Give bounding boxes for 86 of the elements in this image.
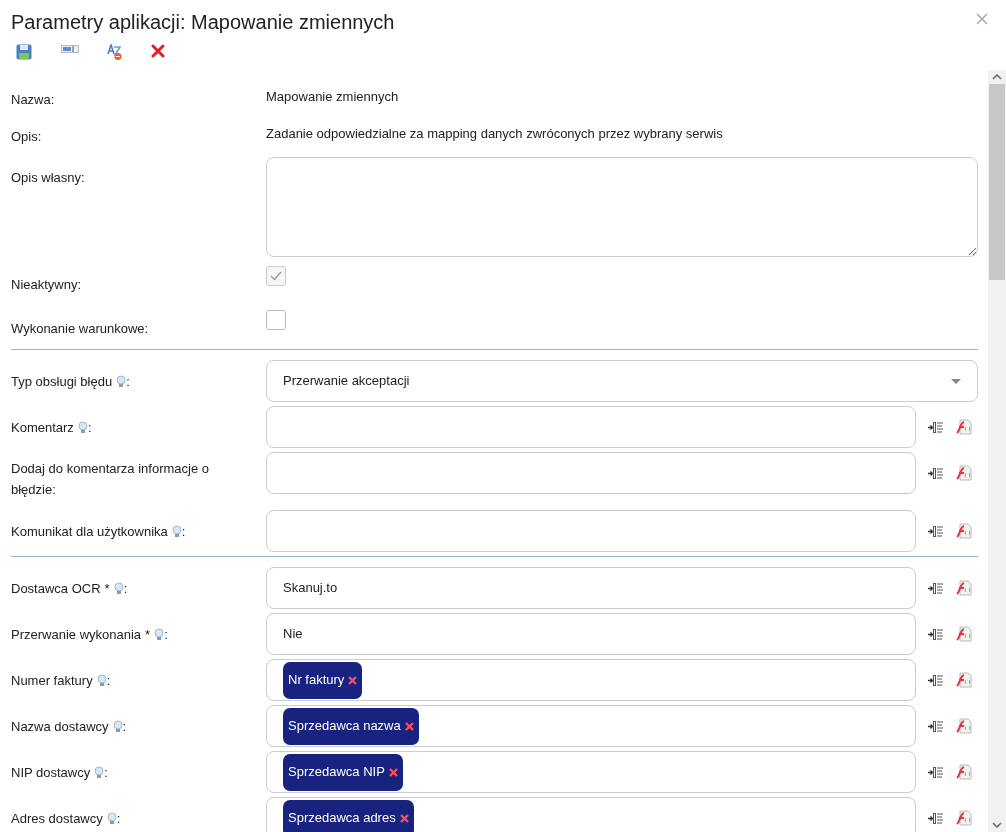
insert-variable-icon[interactable]: [928, 673, 944, 687]
tag-label: Sprzedawca nazwa: [288, 717, 401, 736]
input-field[interactable]: [266, 452, 916, 494]
scroll-down-icon[interactable]: [992, 822, 1002, 828]
label-colon: :: [122, 717, 127, 736]
input-field[interactable]: Sprzedawca nazwa: [266, 705, 916, 747]
label-colon: :: [106, 671, 111, 690]
label-colon: :: [87, 418, 92, 437]
insert-variable-icon[interactable]: [928, 524, 944, 538]
hint-icon[interactable]: [96, 673, 107, 687]
function-icon[interactable]: [956, 764, 972, 780]
label-colon: :: [116, 809, 121, 828]
input-field[interactable]: Sprzedawca adres: [266, 797, 916, 832]
insert-variable-icon[interactable]: [928, 420, 944, 434]
field-label: Nazwa dostawcy: [11, 717, 109, 736]
input-field[interactable]: Nie: [266, 613, 916, 655]
insert-variable-icon[interactable]: [928, 811, 944, 825]
field-label: Komentarz: [11, 418, 74, 437]
field-label: Komunikat dla użytkownika: [11, 522, 168, 541]
field-label: Opis własny:: [11, 169, 85, 187]
remove-icon[interactable]: [399, 813, 409, 823]
input-field[interactable]: [266, 406, 916, 448]
input-field[interactable]: Sprzedawca NIP: [266, 751, 916, 793]
label-colon: :: [181, 522, 186, 541]
hint-icon[interactable]: [77, 420, 88, 434]
close-icon[interactable]: [976, 12, 988, 25]
input-field[interactable]: Skanuj.to: [266, 567, 916, 609]
checkbox[interactable]: [266, 310, 286, 330]
required-mark: *: [104, 579, 110, 598]
function-icon[interactable]: [956, 523, 972, 539]
field-label: Dodaj do komentarza informacje o błędzie:: [11, 460, 210, 499]
function-icon[interactable]: [956, 580, 972, 596]
caret-icon: [951, 378, 961, 384]
dialog-title: Parametry aplikacji: Mapowanie zmiennych: [11, 10, 395, 34]
tag-label: Sprzedawca adres: [288, 809, 396, 828]
field-label: Typ obsługi błędu: [11, 372, 113, 391]
insert-variable-icon[interactable]: [928, 627, 944, 641]
field-value: Zadanie odpowiedzialne za mapping danych zwróconych przez wybrany serwis: [266, 125, 724, 143]
function-icon[interactable]: [956, 419, 972, 435]
label-colon: :: [164, 625, 168, 644]
field-value: Mapowanie zmiennych: [266, 88, 400, 106]
insert-variable-icon[interactable]: [928, 719, 944, 733]
function-icon[interactable]: [956, 672, 972, 688]
scroll-thumb[interactable]: [989, 84, 1005, 280]
hint-icon[interactable]: [154, 627, 165, 641]
function-icon[interactable]: [956, 465, 972, 481]
input-field[interactable]: [266, 510, 916, 552]
scroll-up-icon[interactable]: [992, 74, 1002, 80]
field-label: Nazwa:: [11, 91, 55, 109]
field-label: NIP dostawcy: [11, 763, 91, 782]
label-colon: :: [123, 579, 128, 598]
input-field[interactable]: Nr faktury: [266, 659, 916, 701]
label-colon: :: [104, 763, 108, 782]
remove-icon[interactable]: [388, 767, 398, 777]
remove-icon[interactable]: [348, 675, 358, 685]
check-icon: [270, 271, 282, 281]
label-colon: :: [126, 372, 130, 391]
select-field[interactable]: Przerwanie akceptacji: [266, 360, 978, 402]
hint-icon[interactable]: [116, 374, 127, 388]
function-icon[interactable]: [956, 810, 972, 826]
field-label: Wykonanie warunkowe:: [11, 320, 149, 338]
tag-label: Nr faktury: [288, 671, 345, 690]
field-label: Nieaktywny:: [11, 276, 82, 294]
field-label: Dostawca OCR: [11, 579, 101, 598]
field-label: Adres dostawcy: [11, 809, 103, 828]
insert-variable-icon[interactable]: [928, 765, 944, 779]
save-icon[interactable]: [16, 44, 32, 60]
field-label: Opis:: [11, 128, 42, 146]
hint-icon[interactable]: [113, 581, 124, 595]
function-icon[interactable]: [956, 626, 972, 642]
delete-icon[interactable]: [151, 44, 165, 58]
remove-icon[interactable]: [404, 721, 414, 731]
scrollbar[interactable]: [988, 70, 1006, 832]
hint-icon[interactable]: [94, 765, 105, 779]
tag-label: Sprzedawca NIP: [288, 763, 385, 782]
text-field-icon[interactable]: [61, 44, 79, 54]
hint-icon[interactable]: [171, 524, 182, 538]
insert-variable-icon[interactable]: [928, 466, 944, 480]
translate-icon[interactable]: [106, 44, 122, 60]
hint-icon[interactable]: [106, 811, 117, 825]
field-label: Przerwanie wykonania: [11, 625, 142, 644]
field-label: Numer faktury: [11, 671, 93, 690]
insert-variable-icon[interactable]: [928, 581, 944, 595]
function-icon[interactable]: [956, 718, 972, 734]
required-mark: *: [145, 625, 151, 644]
hint-icon[interactable]: [112, 719, 123, 733]
